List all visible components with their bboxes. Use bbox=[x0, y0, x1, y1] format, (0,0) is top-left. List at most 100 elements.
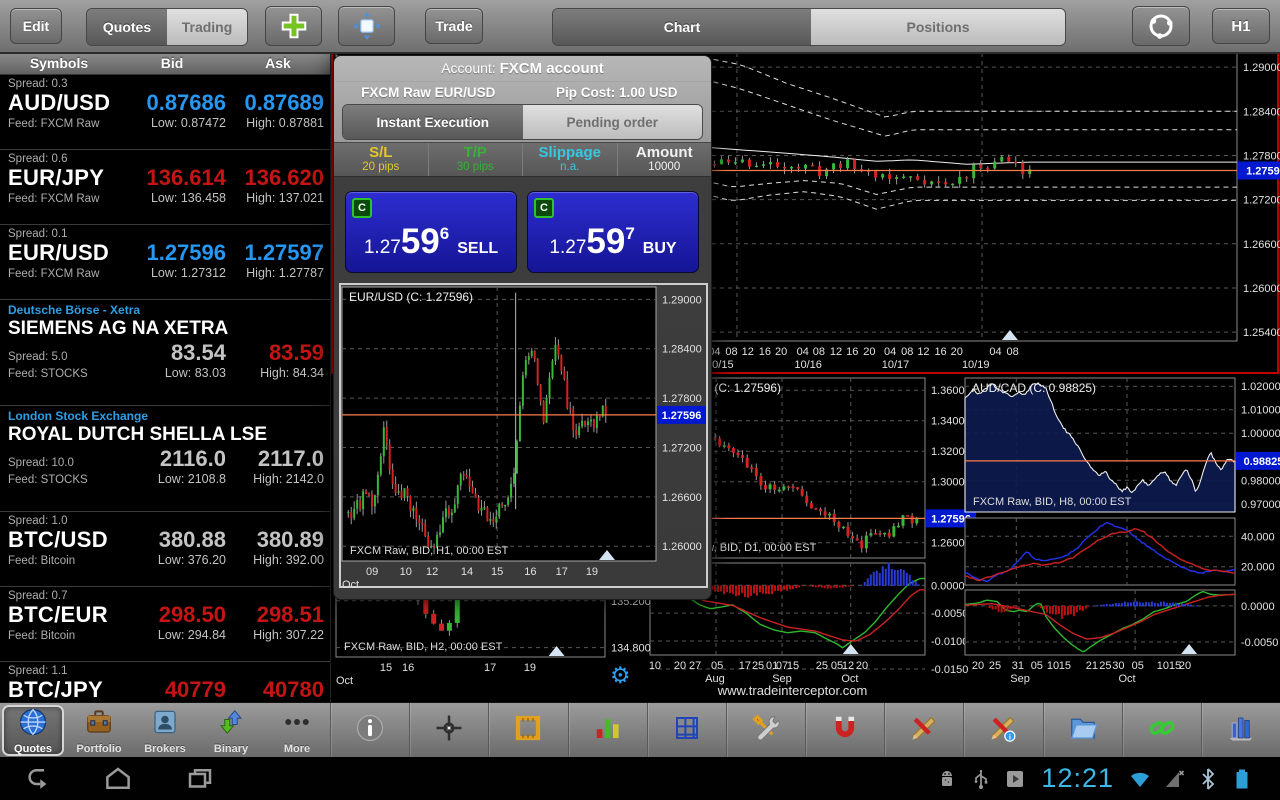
tool-measure-button[interactable] bbox=[488, 703, 567, 758]
arrange-panels-button[interactable] bbox=[338, 6, 395, 46]
field-value: 10000 bbox=[618, 161, 712, 173]
tab-quotes[interactable]: Quotes bbox=[87, 9, 167, 45]
symbol-name: BTC/EUR bbox=[8, 602, 114, 628]
battery-icon bbox=[1230, 767, 1254, 791]
svg-text:1.26000: 1.26000 bbox=[1243, 283, 1280, 295]
tool-grid-button[interactable] bbox=[647, 703, 726, 758]
svg-text:15: 15 bbox=[787, 660, 799, 672]
sync-button[interactable] bbox=[1132, 6, 1190, 46]
svg-text:1.27800: 1.27800 bbox=[662, 393, 702, 405]
tool-draw-button[interactable] bbox=[884, 703, 963, 758]
timeframe-button[interactable]: H1 bbox=[1212, 8, 1270, 44]
svg-text:30: 30 bbox=[1112, 660, 1124, 672]
audcad-indicator-panel[interactable]: 40.00020.000 bbox=[965, 518, 1275, 585]
bottom-tab-more[interactable]: More bbox=[264, 703, 330, 758]
tool-draw-info-button[interactable]: i bbox=[963, 703, 1042, 758]
binary-icon bbox=[216, 707, 246, 742]
buy-condition-badge: C bbox=[534, 198, 554, 218]
tool-link-button[interactable] bbox=[1122, 703, 1201, 758]
high-value: High: 1.27787 bbox=[226, 266, 324, 280]
watchlist-row-btc-usd[interactable]: Spread: 1.0BTC/USD 380.88 380.89Feed: Bi… bbox=[0, 512, 330, 587]
order-field-amount[interactable]: Amount 10000 bbox=[617, 143, 712, 176]
dialog-eurusd-h1-chart[interactable]: 1.290001.284001.278001.272001.266001.260… bbox=[340, 284, 707, 591]
sell-condition-badge: C bbox=[352, 198, 372, 218]
buy-button[interactable]: C 1.27597BUY bbox=[527, 191, 699, 273]
tool-magnet-button[interactable] bbox=[805, 703, 884, 758]
tool-levels-button[interactable] bbox=[1201, 703, 1280, 758]
svg-text:16: 16 bbox=[759, 346, 771, 358]
svg-text:15: 15 bbox=[380, 662, 392, 674]
watchlist-row-siemens-ag-na-xetra[interactable]: Deutsche Börse - XetraSIEMENS AG NA XETR… bbox=[0, 300, 330, 406]
ask-price: 2117.0 bbox=[226, 446, 324, 472]
tab-label: Portfolio bbox=[76, 743, 121, 755]
svg-text:1.26600: 1.26600 bbox=[1243, 239, 1280, 251]
home-button[interactable] bbox=[103, 764, 133, 794]
tab-instant-execution[interactable]: Instant Execution bbox=[343, 105, 523, 139]
draw-icon bbox=[909, 713, 939, 748]
watchlist-row-aud-usd[interactable]: Spread: 0.3AUD/USD 0.87686 0.87689Feed: … bbox=[0, 75, 330, 150]
order-field-sl[interactable]: S/L 20 pips bbox=[334, 143, 428, 176]
svg-text:15: 15 bbox=[1059, 660, 1071, 672]
ask-price: 380.89 bbox=[226, 527, 324, 553]
svg-text:0.0000: 0.0000 bbox=[931, 580, 965, 592]
globe-icon bbox=[18, 707, 48, 742]
order-field-tp[interactable]: T/P 30 pips bbox=[428, 143, 523, 176]
tab-label: Brokers bbox=[144, 743, 186, 755]
watchlist-row-royal-dutch-shella-lse[interactable]: London Stock ExchangeROYAL DUTCH SHELLA … bbox=[0, 406, 330, 512]
svg-text:FXCM Raw, BID, H8, 00:00 EST: FXCM Raw, BID, H8, 00:00 EST bbox=[973, 496, 1132, 508]
svg-text:10: 10 bbox=[1157, 660, 1169, 672]
bottom-toolbar: Quotes Portfolio Brokers Binary More i bbox=[0, 702, 1280, 758]
bid-price: 136.614 bbox=[114, 165, 226, 191]
tab-positions[interactable]: Positions bbox=[811, 9, 1065, 45]
watchlist-row-eur-usd[interactable]: Spread: 0.1EUR/USD 1.27596 1.27597Feed: … bbox=[0, 225, 330, 300]
bottom-tab-quotes[interactable]: Quotes bbox=[2, 705, 64, 756]
symbol-name: AUD/USD bbox=[8, 90, 114, 116]
tab-chart[interactable]: Chart bbox=[553, 9, 811, 45]
order-field-slippage[interactable]: Slippage n.a. bbox=[522, 143, 617, 176]
svg-text:-0.0050: -0.0050 bbox=[1241, 637, 1278, 649]
symbol-name: EUR/USD bbox=[8, 240, 114, 266]
sell-price: 1.27596SELL bbox=[346, 222, 516, 262]
svg-text:10: 10 bbox=[400, 566, 412, 578]
svg-text:04: 04 bbox=[884, 346, 896, 358]
svg-text:Sep: Sep bbox=[1010, 673, 1030, 685]
edit-button[interactable]: Edit bbox=[10, 8, 62, 44]
tab-pending-order[interactable]: Pending order bbox=[523, 105, 703, 139]
watchlist-row-btc-eur[interactable]: Spread: 0.7BTC/EUR 298.50 298.51Feed: Bi… bbox=[0, 587, 330, 662]
chart-positions-switch: Chart Positions bbox=[552, 8, 1066, 46]
audcad-h8-chart[interactable]: 1.020001.010001.000000.980000.970000.988… bbox=[965, 378, 1280, 512]
link-icon bbox=[1147, 713, 1177, 748]
more-icon bbox=[282, 707, 312, 742]
ask-price: 136.620 bbox=[226, 165, 324, 191]
feed-label: Feed: Bitcoin bbox=[8, 555, 114, 567]
tool-info-button[interactable] bbox=[330, 703, 409, 758]
svg-text:AUD/CAD (C: 0.98825): AUD/CAD (C: 0.98825) bbox=[972, 381, 1096, 395]
add-symbol-button[interactable] bbox=[265, 6, 322, 46]
tool-crosshair-button[interactable] bbox=[409, 703, 488, 758]
bottom-tab-brokers[interactable]: Brokers bbox=[132, 703, 198, 758]
feed-label: Feed: Bitcoin bbox=[8, 630, 114, 642]
svg-text:20: 20 bbox=[863, 346, 875, 358]
low-value: Low: 0.87472 bbox=[114, 116, 226, 130]
svg-text:1.29000: 1.29000 bbox=[1243, 62, 1280, 74]
watchlist-row-eur-jpy[interactable]: Spread: 0.6EUR/JPY 136.614 136.620Feed: … bbox=[0, 150, 330, 225]
tool-folder-button[interactable] bbox=[1043, 703, 1122, 758]
feed-label: Feed: FXCM Raw bbox=[8, 118, 114, 130]
svg-text:20.000: 20.000 bbox=[1241, 562, 1275, 574]
low-value: Low: 1.27312 bbox=[114, 266, 226, 280]
svg-text:17: 17 bbox=[739, 660, 751, 672]
tool-tools-button[interactable] bbox=[726, 703, 805, 758]
trade-button[interactable]: Trade bbox=[425, 8, 483, 44]
tab-trading[interactable]: Trading bbox=[167, 9, 247, 45]
audcad-macd-panel[interactable]: 0.0000-0.005020253105101521253005101520S… bbox=[965, 590, 1278, 685]
svg-text:1.27596: 1.27596 bbox=[662, 410, 702, 422]
bottom-tab-portfolio[interactable]: Portfolio bbox=[66, 703, 132, 758]
sell-button[interactable]: C 1.27596SELL bbox=[345, 191, 517, 273]
low-value: Low: 136.458 bbox=[114, 191, 226, 205]
svg-text:10: 10 bbox=[649, 660, 661, 672]
bottom-tab-binary[interactable]: Binary bbox=[198, 703, 264, 758]
back-button[interactable] bbox=[24, 764, 54, 794]
tool-barchart-button[interactable] bbox=[568, 703, 647, 758]
recent-apps-button[interactable] bbox=[185, 764, 215, 794]
chart-settings-gear-icon[interactable]: ⚙ bbox=[610, 662, 631, 689]
